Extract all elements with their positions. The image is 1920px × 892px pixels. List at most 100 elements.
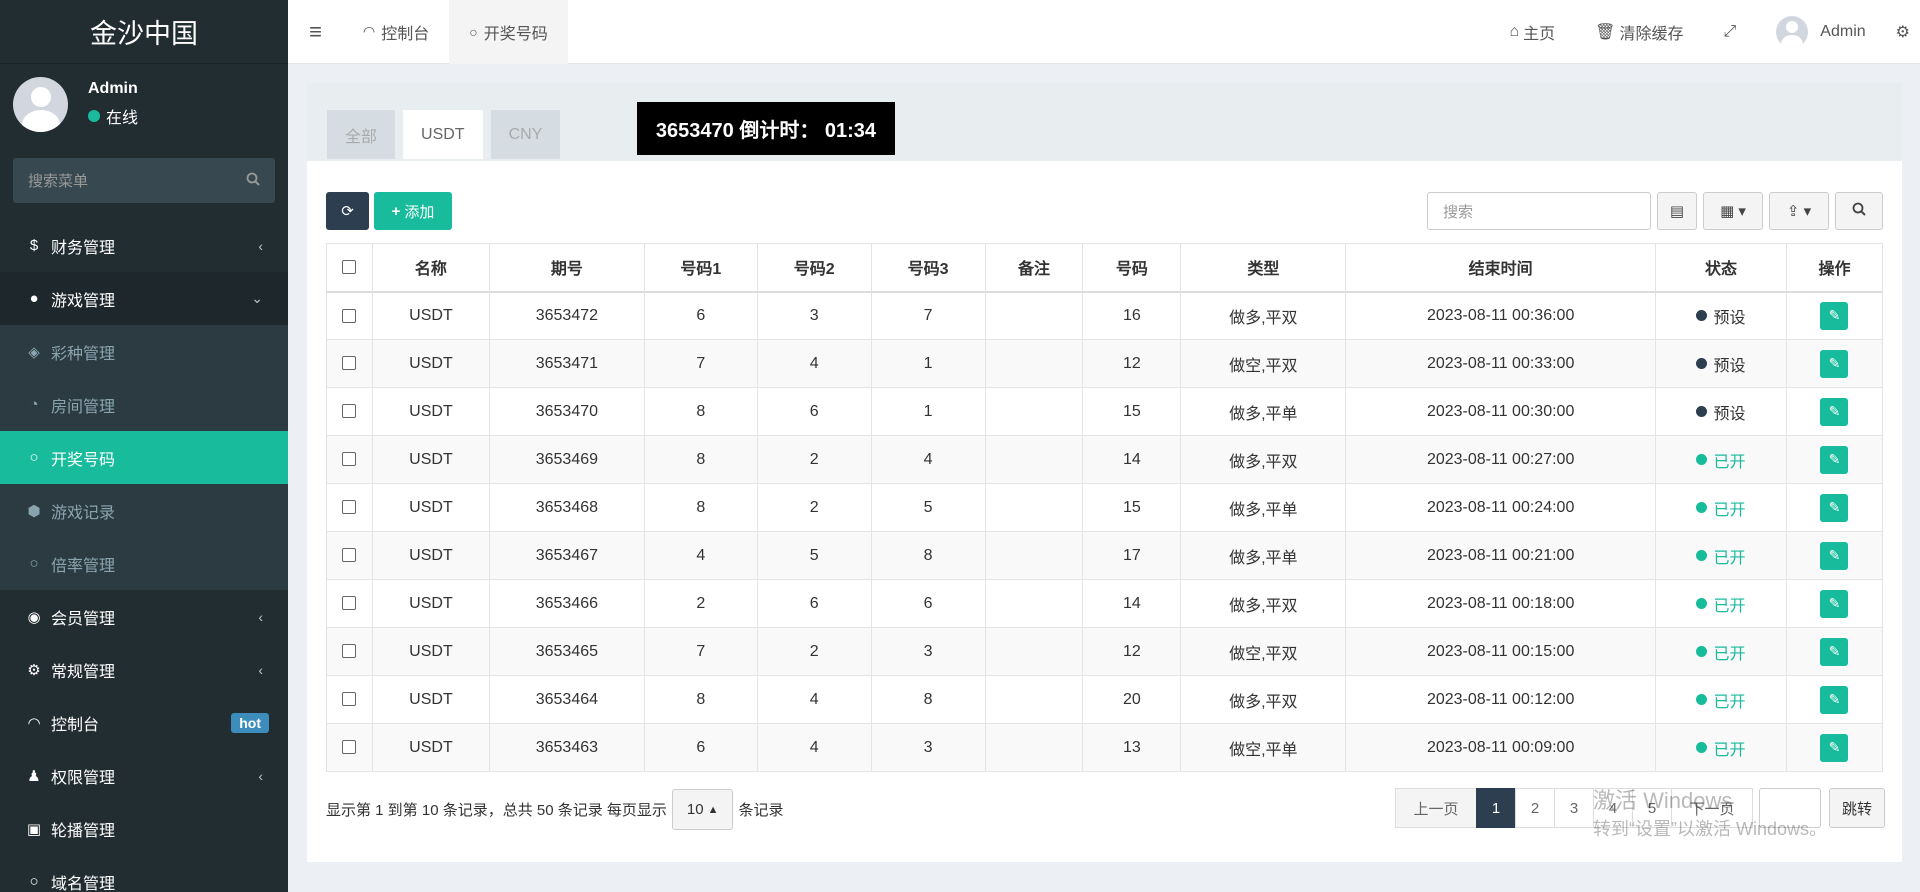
row-checkbox-cell[interactable] bbox=[326, 723, 373, 772]
sidebar-item-general[interactable]: ⚙ 常规管理 ‹ bbox=[0, 643, 288, 696]
refresh-button[interactable]: ⟳ bbox=[326, 192, 369, 230]
tab-label: 开奖号码 bbox=[483, 25, 548, 43]
row-checkbox[interactable] bbox=[342, 692, 357, 707]
row-checkbox-cell[interactable] bbox=[326, 387, 373, 436]
edit-pencil-icon[interactable]: ✎ bbox=[1820, 685, 1849, 714]
cell-number3: 3 bbox=[870, 723, 986, 772]
admin-menu[interactable]: Admin bbox=[1756, 0, 1885, 64]
column-header[interactable]: 号码 bbox=[1082, 243, 1182, 293]
column-header[interactable]: 状态 bbox=[1655, 243, 1787, 293]
page-size-select[interactable]: 10 ▲ bbox=[671, 789, 734, 830]
home-link[interactable]: ⌂ 主页 bbox=[1489, 0, 1575, 64]
tab-dashboard[interactable]: ◠ 控制台 bbox=[343, 0, 449, 64]
sidebar-item-finance[interactable]: $ 财务管理 ‹ bbox=[0, 219, 288, 272]
edit-pencil-icon[interactable]: ✎ bbox=[1820, 493, 1849, 522]
tab-usdt[interactable]: USDT bbox=[403, 110, 483, 159]
column-header[interactable]: 号码1 bbox=[643, 243, 758, 293]
fullscreen-icon[interactable]: ⤢ bbox=[1703, 0, 1756, 64]
cell-type: 做多,平单 bbox=[1180, 531, 1347, 580]
edit-pencil-icon[interactable]: ✎ bbox=[1820, 349, 1849, 378]
row-checkbox-cell[interactable] bbox=[326, 339, 373, 388]
edit-pencil-icon[interactable]: ✎ bbox=[1820, 637, 1849, 666]
row-checkbox[interactable] bbox=[342, 596, 357, 611]
edit-pencil-icon[interactable]: ✎ bbox=[1820, 301, 1849, 330]
sidebar-item-label: 常规管理 bbox=[51, 663, 116, 681]
page-button[interactable]: 3 bbox=[1553, 788, 1594, 828]
tab-draw-numbers[interactable]: ○ 开奖号码 bbox=[449, 0, 568, 64]
settings-gear-icon[interactable]: ⚙ bbox=[1886, 0, 1920, 64]
user-circle-icon: ◉ bbox=[27, 608, 41, 626]
search-button[interactable] bbox=[1835, 192, 1883, 230]
column-header[interactable]: 期号 bbox=[488, 243, 645, 293]
column-header[interactable]: 备注 bbox=[984, 243, 1084, 293]
sidebar-item-rooms[interactable]: ◔ 房间管理 bbox=[0, 378, 288, 431]
cell-sum: 14 bbox=[1082, 579, 1182, 628]
row-checkbox[interactable] bbox=[342, 404, 357, 419]
page-button[interactable]: 4 bbox=[1592, 788, 1633, 828]
sidebar-item-lottery-types[interactable]: ◈ 彩种管理 bbox=[0, 325, 288, 378]
column-header[interactable]: 号码2 bbox=[756, 243, 872, 293]
tab-all[interactable]: 全部 bbox=[327, 110, 396, 159]
tab-cny[interactable]: CNY bbox=[490, 110, 561, 159]
sidebar-item-label: 会员管理 bbox=[51, 610, 116, 628]
select-all-checkbox[interactable] bbox=[342, 260, 357, 275]
prev-page-button[interactable]: 上一页 bbox=[1394, 788, 1477, 828]
row-checkbox[interactable] bbox=[342, 308, 357, 323]
toggle-view-button[interactable]: ▤ bbox=[1657, 192, 1697, 230]
edit-pencil-icon[interactable]: ✎ bbox=[1820, 541, 1849, 570]
row-checkbox[interactable] bbox=[342, 644, 357, 659]
export-button[interactable]: ⇪ ▾ bbox=[1769, 192, 1829, 230]
row-checkbox[interactable] bbox=[342, 452, 357, 467]
sidebar-item-label: 控制台 bbox=[51, 716, 100, 734]
jump-page-input[interactable] bbox=[1758, 788, 1821, 828]
sidebar-item-draw-numbers[interactable]: ○ 开奖号码 bbox=[0, 431, 288, 484]
row-checkbox-cell[interactable] bbox=[326, 675, 373, 724]
select-all-checkbox-cell[interactable] bbox=[326, 243, 373, 293]
columns-button[interactable]: ▦ ▾ bbox=[1703, 192, 1763, 230]
column-header[interactable]: 名称 bbox=[371, 243, 490, 293]
status-dot-icon bbox=[1696, 742, 1708, 753]
edit-pencil-icon[interactable]: ✎ bbox=[1820, 733, 1849, 762]
row-checkbox-cell[interactable] bbox=[326, 291, 373, 340]
edit-pencil-icon[interactable]: ✎ bbox=[1820, 589, 1849, 618]
row-checkbox[interactable] bbox=[342, 740, 357, 755]
sidebar-item-domains[interactable]: ○ 域名管理 bbox=[0, 855, 288, 892]
add-button[interactable]: + 添加 bbox=[374, 192, 452, 230]
row-checkbox-cell[interactable] bbox=[326, 579, 373, 628]
cell-number3: 3 bbox=[870, 627, 986, 676]
app-logo[interactable]: 金沙中国 bbox=[0, 0, 288, 64]
page-button[interactable]: 5 bbox=[1631, 788, 1672, 828]
menu-toggle-icon[interactable]: ≡ bbox=[288, 0, 343, 64]
status-badge: 已开 bbox=[1696, 448, 1746, 472]
row-checkbox-cell[interactable] bbox=[326, 627, 373, 676]
jump-button[interactable]: 跳转 bbox=[1828, 788, 1885, 828]
cell-end-time: 2023-08-11 00:30:00 bbox=[1345, 387, 1657, 436]
sidebar-item-odds[interactable]: ○ 倍率管理 bbox=[0, 537, 288, 590]
next-page-button[interactable]: 下一页 bbox=[1670, 788, 1753, 828]
cell-number3: 4 bbox=[870, 435, 986, 484]
table-search-input[interactable]: 搜索 bbox=[1427, 192, 1651, 230]
row-checkbox[interactable] bbox=[342, 548, 357, 563]
cell-end-time: 2023-08-11 00:15:00 bbox=[1345, 627, 1657, 676]
row-checkbox[interactable] bbox=[342, 356, 357, 371]
sidebar-item-members[interactable]: ◉ 会员管理 ‹ bbox=[0, 590, 288, 643]
column-header[interactable]: 类型 bbox=[1180, 243, 1347, 293]
row-checkbox[interactable] bbox=[342, 500, 357, 515]
edit-pencil-icon[interactable]: ✎ bbox=[1820, 445, 1849, 474]
sidebar-item-game[interactable]: ● 游戏管理 ⌄ bbox=[0, 272, 288, 325]
page-button[interactable]: 1 bbox=[1475, 788, 1516, 828]
column-header[interactable]: 结束时间 bbox=[1345, 243, 1657, 293]
sidebar-item-carousel[interactable]: ▣ 轮播管理 bbox=[0, 802, 288, 855]
row-checkbox-cell[interactable] bbox=[326, 531, 373, 580]
page-button[interactable]: 2 bbox=[1514, 788, 1555, 828]
column-header[interactable]: 号码3 bbox=[870, 243, 986, 293]
sidebar-search-input[interactable]: 搜索菜单 bbox=[13, 158, 275, 203]
sidebar-item-permissions[interactable]: ♟ 权限管理 ‹ bbox=[0, 749, 288, 802]
page-size-value: 10 bbox=[686, 801, 704, 818]
row-checkbox-cell[interactable] bbox=[326, 483, 373, 532]
sidebar-item-game-records[interactable]: ⬢ 游戏记录 bbox=[0, 484, 288, 537]
edit-pencil-icon[interactable]: ✎ bbox=[1820, 397, 1849, 426]
row-checkbox-cell[interactable] bbox=[326, 435, 373, 484]
sidebar-item-dashboard[interactable]: ◠ 控制台 hot bbox=[0, 696, 288, 749]
clear-cache-button[interactable]: 🗑 清除缓存 bbox=[1575, 0, 1703, 64]
